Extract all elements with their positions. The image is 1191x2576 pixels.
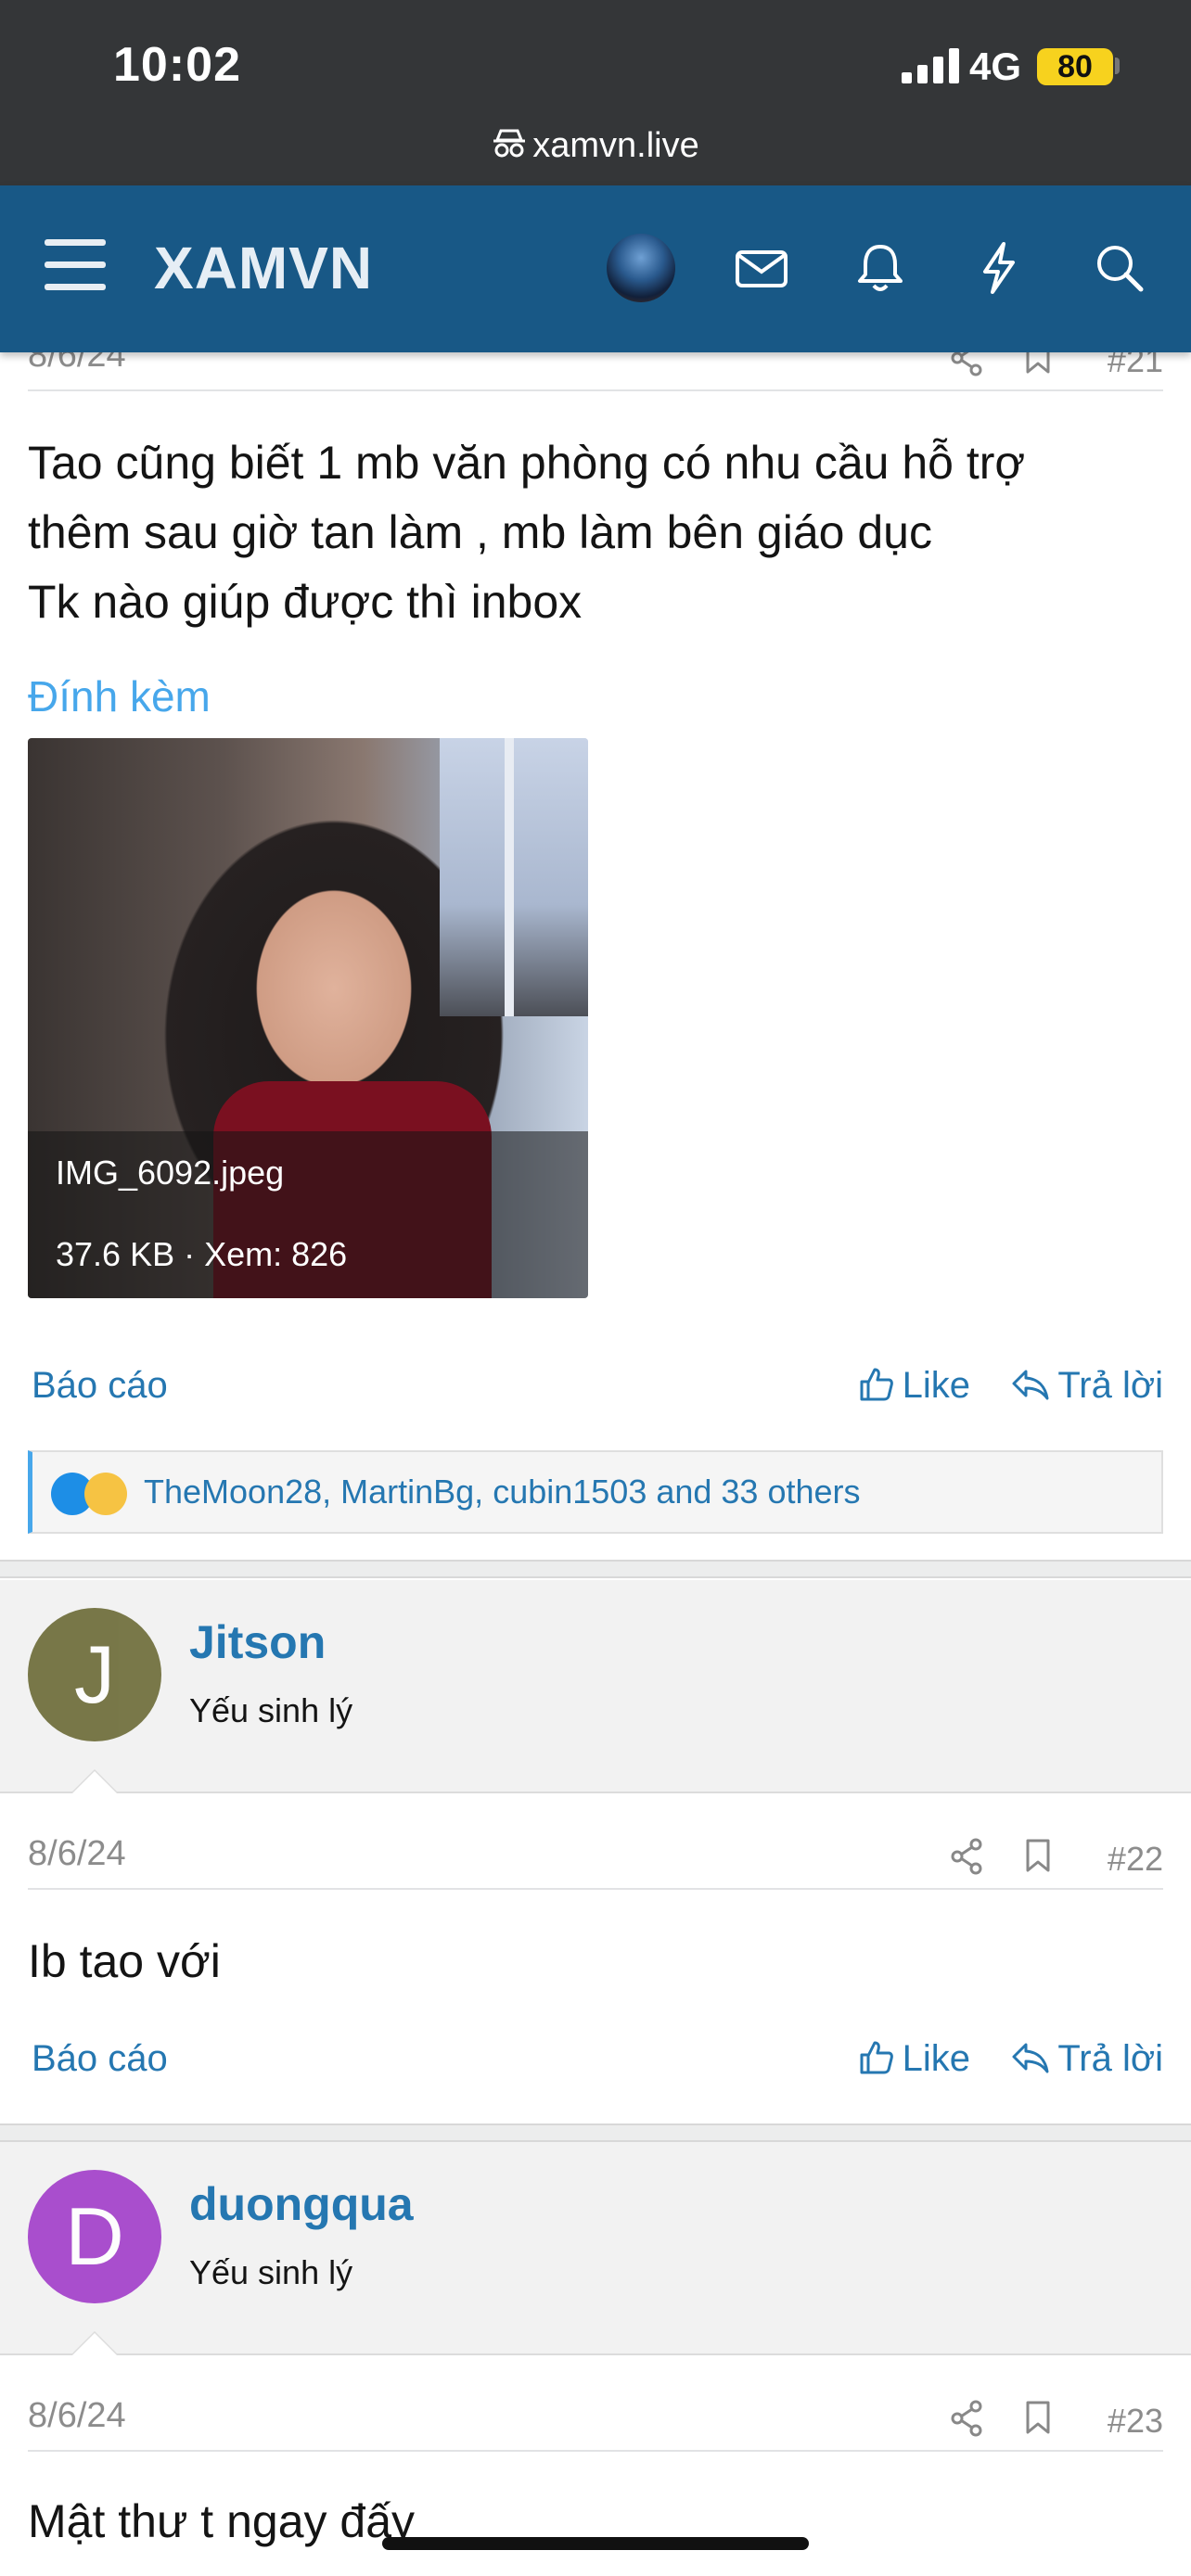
attachments-heading: Đính kèm — [28, 672, 211, 721]
like-label: Like — [902, 1365, 970, 1406]
post-separator — [0, 2123, 1191, 2142]
bell-icon[interactable] — [852, 239, 909, 297]
author-pointer — [72, 2333, 117, 2355]
bookmark-icon[interactable] — [1024, 2400, 1052, 2435]
reply-icon — [1012, 1370, 1049, 1400]
share-icon[interactable] — [950, 1838, 983, 1875]
share-icon[interactable] — [950, 2400, 983, 2437]
home-indicator[interactable] — [382, 2537, 809, 2550]
account-avatar[interactable] — [607, 234, 675, 302]
like-button[interactable]: Like — [858, 1365, 970, 1407]
report-button[interactable]: Báo cáo — [32, 1365, 168, 1407]
like-button[interactable]: Like — [858, 2038, 970, 2080]
avatar[interactable]: J — [28, 1608, 161, 1741]
attachment-filename: IMG_6092.jpeg — [56, 1154, 285, 1192]
post-date[interactable]: 8/6/24 — [28, 1834, 126, 1874]
reply-button[interactable]: Trả lời — [1011, 2038, 1163, 2080]
reply-label: Trả lời — [1057, 1365, 1163, 1406]
lightning-icon[interactable] — [970, 239, 1028, 297]
post-date[interactable]: 8/6/24 — [28, 2396, 126, 2436]
attachment-info: 37.6 KB · Xem: 826 — [56, 1235, 348, 1273]
post-body-21: Tao cũng biết 1 mb văn phòng có nhu cầu … — [28, 428, 1025, 637]
like-label: Like — [902, 2038, 970, 2079]
heart-eyes-reaction-icon — [84, 1473, 127, 1515]
post-meta-22: 8/6/24 #22 — [28, 1834, 1163, 1890]
search-icon[interactable] — [1091, 239, 1148, 297]
author-pointer — [72, 1771, 117, 1793]
post-number[interactable]: #23 — [1108, 2402, 1163, 2441]
post-author-22: J Jitson Yếu sinh lý — [0, 1580, 1191, 1793]
battery-icon: 80 — [1037, 48, 1113, 85]
url-bar[interactable]: xamvn.live — [0, 126, 1191, 166]
battery-nub — [1115, 57, 1120, 74]
avatar[interactable]: D — [28, 2170, 161, 2303]
post-line: Tao cũng biết 1 mb văn phòng có nhu cầu … — [28, 437, 1026, 489]
battery-level: 80 — [1057, 49, 1093, 84]
post-body-22: Ib tao với — [28, 1927, 221, 1996]
network-type: 4G — [969, 45, 1022, 88]
reply-icon — [1012, 2043, 1049, 2073]
report-button[interactable]: Báo cáo — [32, 2038, 168, 2080]
post-body-23: Mật thư t ngay đấy — [28, 2487, 415, 2557]
post-line: Tk nào giúp được thì inbox — [28, 576, 583, 628]
reply-label: Trả lời — [1057, 2038, 1163, 2079]
site-header: XAMVN — [0, 185, 1191, 352]
post-meta-23: 8/6/24 #23 — [28, 2396, 1163, 2452]
private-browsing-icon — [493, 129, 526, 158]
attachment-image[interactable]: IMG_6092.jpeg 37.6 KB · Xem: 826 — [28, 738, 588, 1298]
cellular-signal-icon — [902, 48, 959, 83]
url-text: xamvn.live — [532, 126, 699, 165]
site-logo[interactable]: XAMVN — [154, 234, 373, 302]
menu-icon[interactable] — [45, 239, 106, 291]
reply-button[interactable]: Trả lời — [1011, 1365, 1163, 1407]
bookmark-icon[interactable] — [1024, 1838, 1052, 1873]
post-line: Ib tao với — [28, 1935, 221, 1987]
post-actions-21: Báo cáo Like Trả lời — [28, 1365, 1163, 1417]
thumbs-up-icon — [860, 2041, 893, 2074]
thumbs-up-icon — [860, 1368, 893, 1401]
post-number[interactable]: #22 — [1108, 1840, 1163, 1879]
username[interactable]: duongqua — [189, 2177, 414, 2231]
user-title: Yếu sinh lý — [189, 1691, 353, 1729]
inbox-icon[interactable] — [733, 239, 790, 297]
status-time: 10:02 — [113, 38, 241, 92]
username[interactable]: Jitson — [189, 1615, 326, 1669]
post-line: Mật thư t ngay đấy — [28, 2495, 416, 2547]
reactions-bar[interactable]: TheMoon28, MartinBg, cubin1503 and 33 ot… — [28, 1450, 1163, 1534]
status-bar: 10:02 4G 80 xamvn.live — [0, 0, 1191, 185]
reactions-list[interactable]: TheMoon28, MartinBg, cubin1503 and 33 ot… — [144, 1473, 861, 1511]
post-author-23: D duongqua Yếu sinh lý — [0, 2142, 1191, 2355]
user-title: Yếu sinh lý — [189, 2253, 353, 2291]
post-separator — [0, 1560, 1191, 1578]
photo-background-window — [440, 738, 588, 1016]
post-actions-22: Báo cáo Like Trả lời — [28, 2038, 1163, 2090]
post-line: thêm sau giờ tan làm , mb làm bên giáo d… — [28, 506, 932, 558]
